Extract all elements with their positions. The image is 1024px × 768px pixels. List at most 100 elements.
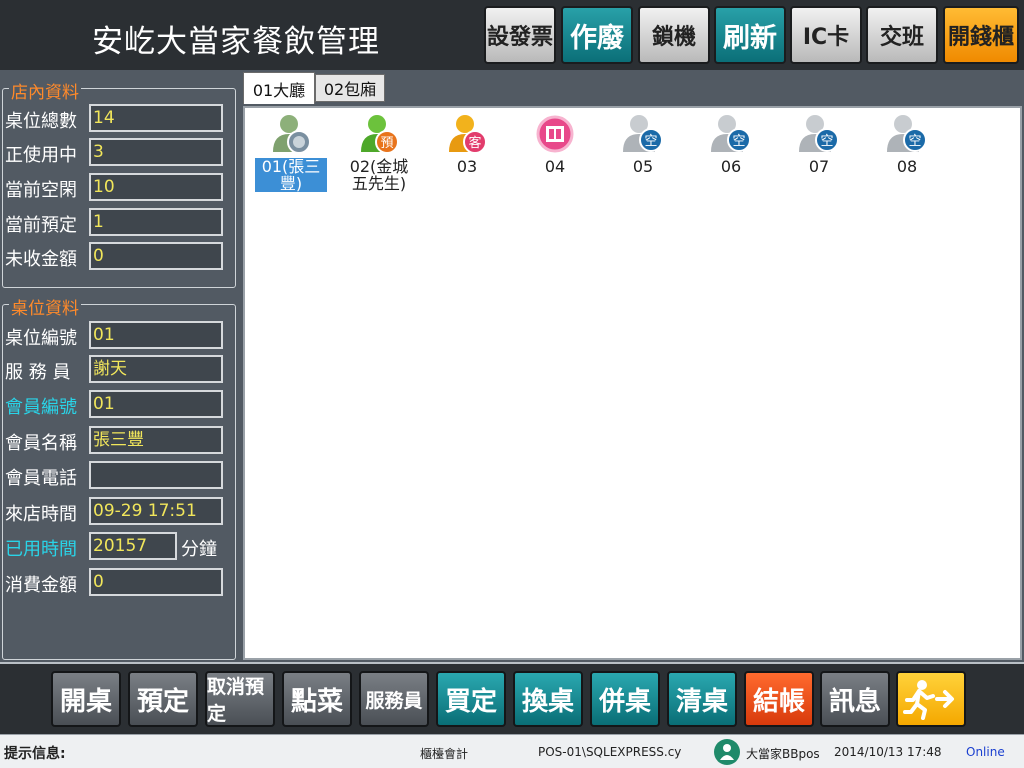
- field-member-phone: 會員電話: [3, 461, 237, 491]
- set-invoice-button[interactable]: 設發票: [484, 6, 556, 64]
- table-info-group: 桌位資料 桌位編號 01 服 務 員 謝天 會員編號 01 會員名稱 張三豐 會…: [2, 294, 237, 660]
- user-role: 櫃檯會計: [420, 747, 469, 761]
- badge-text: 空: [908, 134, 921, 149]
- field-in-use: 正使用中 3: [3, 138, 237, 168]
- empty-person-icon: 空: [623, 115, 663, 152]
- table-item[interactable]: 空 06: [691, 112, 771, 176]
- table-label: 04: [544, 157, 566, 176]
- field-table-number: 桌位編號 01: [3, 321, 237, 351]
- field-label: 會員編號: [5, 397, 77, 418]
- member-number-value: 01: [89, 390, 223, 418]
- field-member-name: 會員名稱 張三豐: [3, 426, 237, 456]
- field-reserved: 當前預定 1: [3, 208, 237, 238]
- status-datetime: 2014/10/13 17:48: [834, 745, 942, 759]
- field-spend-amount: 消費金額 0: [3, 568, 237, 598]
- exit-button[interactable]: [896, 671, 966, 727]
- cancel-reservation-button[interactable]: 取消預定: [205, 671, 275, 727]
- badge-text: 客: [468, 135, 481, 151]
- buy-button[interactable]: 買定: [436, 671, 506, 727]
- void-button[interactable]: 作廢: [561, 6, 633, 64]
- table-item[interactable]: 空 08: [867, 112, 947, 176]
- field-label: 正使用中: [5, 145, 77, 166]
- brand-name: 大當家BBpos: [746, 747, 820, 761]
- in-use-value: 3: [89, 138, 223, 166]
- reserved-person-icon: 預: [361, 115, 399, 154]
- change-table-button[interactable]: 換桌: [513, 671, 583, 727]
- table-item[interactable]: 01(張三豐): [251, 112, 331, 193]
- brand-logo-icon: [712, 738, 742, 768]
- field-label: 已用時間: [5, 539, 77, 560]
- header-bar: 安屹大當家餐飲管理 設發票 作廢 鎖機 刷新 IC卡 交班 開錢櫃: [0, 0, 1024, 70]
- connection-status: Online: [966, 745, 1005, 759]
- member-phone-value: [89, 461, 223, 489]
- message-button[interactable]: 訊息: [820, 671, 890, 727]
- shift-change-button[interactable]: 交班: [866, 6, 938, 64]
- left-info-panel: 店內資料 桌位總數 14 正使用中 3 當前空閑 10 當前預定 1 未收金額 …: [0, 70, 240, 662]
- badge-text: 空: [732, 134, 745, 149]
- table-label: 05: [632, 157, 654, 176]
- table-item[interactable]: 空 07: [779, 112, 859, 176]
- server-name: POS-01\SQLEXPRESS.cy: [538, 745, 682, 759]
- merge-table-button[interactable]: 併桌: [590, 671, 660, 727]
- waiter-button[interactable]: 服務員: [359, 671, 429, 727]
- field-label: 來店時間: [5, 504, 77, 525]
- app-title: 安屹大當家餐飲管理: [92, 24, 380, 60]
- badge-text: 空: [644, 134, 657, 149]
- field-label: 當前預定: [5, 215, 77, 236]
- table-info-legend: 桌位資料: [9, 294, 81, 319]
- store-info-group: 店內資料 桌位總數 14 正使用中 3 當前空閑 10 當前預定 1 未收金額 …: [2, 78, 237, 288]
- field-unpaid: 未收金額 0: [3, 242, 237, 272]
- table-item[interactable]: 預 02(金城五先生): [339, 112, 419, 193]
- open-cash-drawer-button[interactable]: 開錢櫃: [943, 6, 1019, 64]
- exit-runner-icon: [903, 680, 954, 720]
- minutes-unit: 分鐘: [181, 539, 217, 560]
- member-name-value: 張三豐: [89, 426, 223, 454]
- reserved-value: 1: [89, 208, 223, 236]
- field-label: 服 務 員: [5, 362, 71, 383]
- field-label: 會員電話: [5, 468, 77, 489]
- field-elapsed-time: 已用時間 20157 分鐘: [3, 532, 237, 562]
- field-idle: 當前空閑 10: [3, 173, 237, 203]
- table-label: 08: [896, 157, 918, 176]
- order-food-button[interactable]: 點菜: [282, 671, 352, 727]
- lock-button[interactable]: 鎖機: [638, 6, 710, 64]
- field-waiter: 服 務 員 謝天: [3, 355, 237, 385]
- elapsed-time-value: 20157: [89, 532, 177, 560]
- refresh-button[interactable]: 刷新: [714, 6, 786, 64]
- empty-person-icon: 空: [887, 115, 927, 152]
- field-total-tables: 桌位總數 14: [3, 104, 237, 134]
- reserve-button[interactable]: 預定: [128, 671, 198, 727]
- table-item[interactable]: 空 05: [603, 112, 683, 176]
- checkout-button[interactable]: 結帳: [744, 671, 814, 727]
- arrival-time-value: 09-29 17:51: [89, 497, 223, 525]
- field-label: 當前空閑: [5, 180, 77, 201]
- ic-card-button[interactable]: IC卡: [790, 6, 862, 64]
- total-tables-value: 14: [89, 104, 223, 132]
- tab-private-rooms[interactable]: 02包廂: [315, 74, 385, 102]
- field-label: 桌位總數: [5, 111, 77, 132]
- tab-main-hall[interactable]: 01大廳: [243, 72, 315, 104]
- badge-text: 預: [380, 136, 393, 151]
- field-label: 未收金額: [5, 249, 77, 270]
- table-label: 07: [808, 157, 830, 176]
- field-label: 會員名稱: [5, 433, 77, 454]
- hint-label: 提示信息:: [4, 746, 66, 762]
- bottom-action-bar: 開桌 預定 取消預定 點菜 服務員 買定 換桌 併桌 清桌 結帳 訊息: [0, 662, 1024, 734]
- waiter-value: 謝天: [89, 355, 223, 383]
- unpaid-value: 0: [89, 242, 223, 270]
- table-label: 01(張三豐): [255, 158, 327, 192]
- clear-table-button[interactable]: 清桌: [667, 671, 737, 727]
- table-number-value: 01: [89, 321, 223, 349]
- field-arrival-time: 來店時間 09-29 17:51: [3, 497, 237, 527]
- idle-value: 10: [89, 173, 223, 201]
- table-board: 01(張三豐) 預 02(金城五先生) 客 03 04 空 05 空 06 空 …: [243, 106, 1022, 660]
- open-table-button[interactable]: 開桌: [51, 671, 121, 727]
- dining-person-icon: [273, 115, 311, 154]
- table-label: 06: [720, 157, 742, 176]
- field-member-number: 會員編號 01: [3, 390, 237, 420]
- badge-text: 空: [820, 134, 833, 149]
- field-label: 消費金額: [5, 575, 77, 596]
- table-item[interactable]: 04: [515, 112, 595, 176]
- table-item[interactable]: 客 03: [427, 112, 507, 176]
- closed-table-icon: [536, 115, 574, 153]
